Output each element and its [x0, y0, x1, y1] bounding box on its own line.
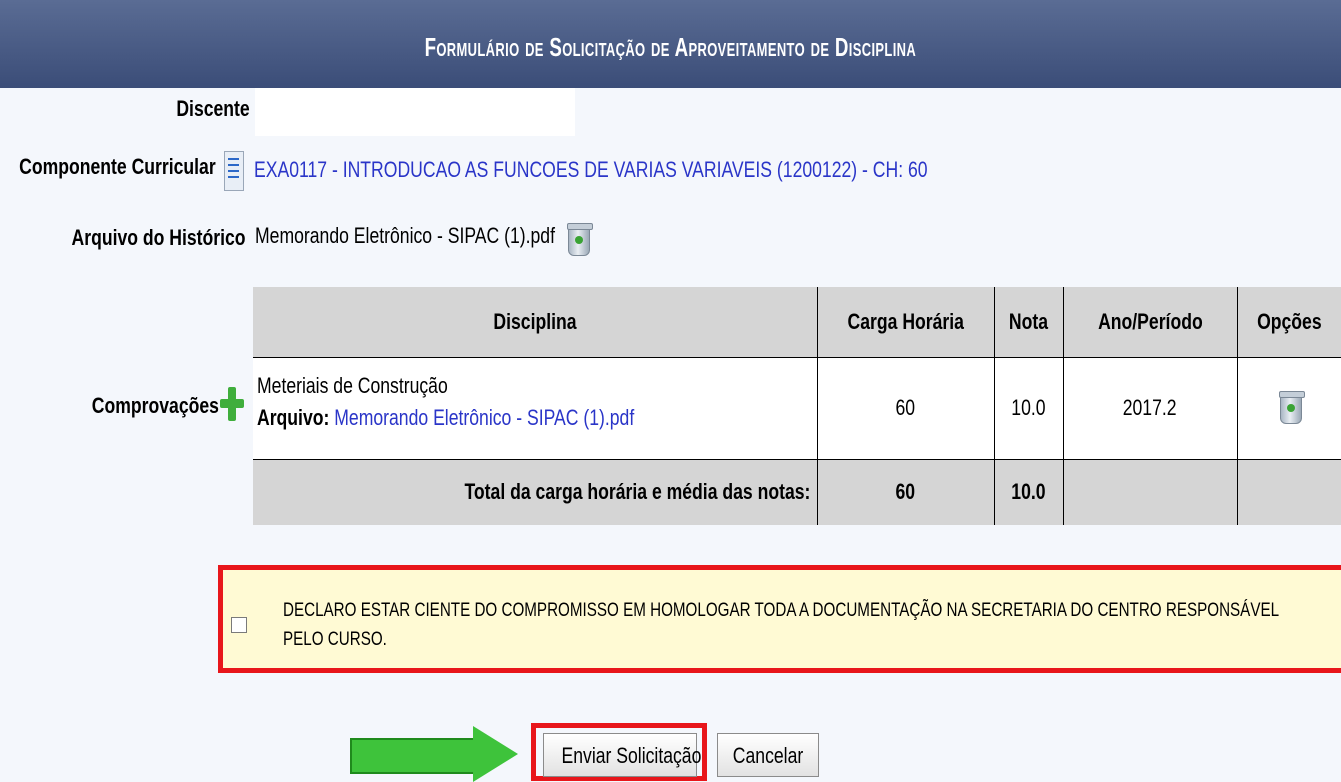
ano-cell: 2017.2 [1063, 357, 1238, 459]
col-header-opcoes: Opções [1237, 287, 1341, 358]
comprovacoes-label: Comprovações [91, 393, 219, 418]
document-icon[interactable] [224, 151, 244, 191]
col-header-carga: Carga Horária [817, 287, 995, 358]
arquivo-link[interactable]: Memorando Eletrônico - SIPAC (1).pdf [334, 405, 634, 430]
declaration-box: DECLARO ESTAR CIENTE DO COMPROMISSO EM H… [218, 565, 1341, 673]
componente-label: Componente Curricular [19, 154, 216, 179]
carga-cell: 60 [817, 357, 995, 459]
col-header-nota: Nota [994, 287, 1064, 358]
remove-trash-icon[interactable] [1278, 390, 1305, 424]
arquivo-historico-label: Arquivo do Histórico [71, 225, 246, 250]
table-header-row: Disciplina Carga Horária Nota Ano/Períod… [253, 287, 1341, 358]
arquivo-label: Arquivo: [257, 404, 330, 430]
declaration-checkbox[interactable] [231, 617, 247, 633]
plus-icon[interactable] [220, 385, 244, 423]
submit-button[interactable]: Enviar Solicitação [543, 733, 701, 777]
total-nota: 10.0 [994, 459, 1064, 525]
trash-icon[interactable] [567, 223, 593, 256]
opcoes-cell [1237, 357, 1341, 459]
disciplina-name: Meteriais de Construção [257, 372, 448, 398]
arrow-right-icon [350, 726, 530, 782]
col-header-ano: Ano/Período [1063, 287, 1238, 358]
total-label: Total da carga horária e média das notas… [253, 459, 818, 525]
page-title: Formulário de Solicitação de Aproveitame… [424, 32, 917, 62]
total-carga: 60 [817, 459, 995, 525]
disciplina-cell: Meteriais de Construção Arquivo: Memoran… [253, 357, 818, 459]
total-empty-opcoes [1237, 459, 1341, 525]
submit-highlight: Enviar Solicitação [531, 723, 707, 781]
discente-label: Discente [176, 96, 250, 121]
page-header: Formulário de Solicitação de Aproveitame… [0, 0, 1341, 88]
col-header-disciplina: Disciplina [253, 287, 818, 358]
declaration-text: DECLARO ESTAR CIENTE DO COMPROMISSO EM H… [283, 600, 1279, 650]
cancel-button[interactable]: Cancelar [717, 733, 819, 777]
nota-cell: 10.0 [994, 357, 1064, 459]
total-empty-ano [1063, 459, 1238, 525]
discente-value [255, 88, 575, 136]
total-row: Total da carga horária e média das notas… [253, 459, 1341, 525]
comprovacoes-table: Disciplina Carga Horária Nota Ano/Períod… [253, 287, 1341, 525]
table-row: Meteriais de Construção Arquivo: Memoran… [253, 357, 1341, 459]
componente-link[interactable]: EXA0117 - INTRODUCAO AS FUNCOES DE VARIA… [254, 157, 1096, 183]
